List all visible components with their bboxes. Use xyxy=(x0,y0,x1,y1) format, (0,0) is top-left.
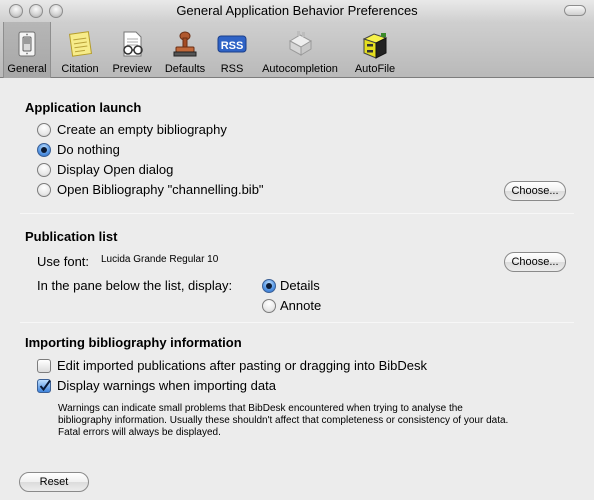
radio-do-nothing[interactable] xyxy=(37,143,51,157)
warnings-note-line: bibliography information. Usually these … xyxy=(58,415,509,426)
file-cabinet-icon xyxy=(360,29,390,59)
svg-text:RSS: RSS xyxy=(221,40,244,52)
preferences-toolbar: General Citation Preview Defaults RSS RS… xyxy=(0,22,594,78)
pane-display-label: In the pane below the list, display: xyxy=(37,278,233,293)
edit-imported-checkbox[interactable] xyxy=(37,359,51,373)
title-bar: General Application Behavior Preferences xyxy=(0,0,594,22)
choose-bibliography-button[interactable]: Choose... xyxy=(504,181,566,201)
radio-open-bibliography[interactable] xyxy=(37,183,51,197)
toolbar-item-autocompletion[interactable]: Autocompletion xyxy=(255,22,345,78)
radio-open-bibliography-label: Open Bibliography "channelling.bib" xyxy=(57,182,264,197)
toolbar-item-preview[interactable]: Preview xyxy=(107,22,157,78)
toolbar-item-autofile[interactable]: AutoFile xyxy=(350,22,400,78)
minimize-window-button[interactable] xyxy=(29,4,43,18)
use-font-label: Use font: xyxy=(37,254,90,269)
zoom-window-button[interactable] xyxy=(49,4,63,18)
toolbar-item-general[interactable]: General xyxy=(3,22,51,78)
reset-button[interactable]: Reset xyxy=(19,472,89,492)
edit-imported-label: Edit imported publications after pasting… xyxy=(57,358,427,373)
font-value: Lucida Grande Regular 10 xyxy=(101,254,219,265)
radio-details-label: Details xyxy=(280,278,320,293)
preferences-pane: Application launch Create an empty bibli… xyxy=(0,79,594,500)
rubber-stamp-icon xyxy=(170,29,200,59)
radio-do-nothing-label: Do nothing xyxy=(57,142,120,157)
radio-open-dialog-label: Display Open dialog xyxy=(57,162,174,177)
warnings-note-line: Warnings can indicate small problems tha… xyxy=(58,403,463,414)
type-case-icon xyxy=(285,29,315,59)
display-warnings-label: Display warnings when importing data xyxy=(57,378,276,393)
window-title: General Application Behavior Preferences xyxy=(176,3,418,18)
radio-create-empty[interactable] xyxy=(37,123,51,137)
display-warnings-checkbox[interactable] xyxy=(37,379,51,393)
checkmark-icon xyxy=(39,380,51,392)
toolbar-item-rss[interactable]: RSS RSS xyxy=(214,22,250,78)
radio-open-dialog[interactable] xyxy=(37,163,51,177)
publication-section-heading: Publication list xyxy=(25,229,118,244)
launch-section-heading: Application launch xyxy=(25,100,142,115)
radio-annote[interactable] xyxy=(262,299,276,313)
section-divider xyxy=(20,213,574,214)
close-window-button[interactable] xyxy=(9,4,23,18)
warnings-note-line: Fatal errors will always be displayed. xyxy=(58,427,221,438)
toolbar-toggle-button[interactable] xyxy=(564,5,586,16)
toolbar-item-defaults[interactable]: Defaults xyxy=(158,22,212,78)
radio-create-empty-label: Create an empty bibliography xyxy=(57,122,227,137)
choose-font-button[interactable]: Choose... xyxy=(504,252,566,272)
toolbar-item-citation[interactable]: Citation xyxy=(54,22,106,78)
notepad-icon xyxy=(65,29,95,59)
importing-section-heading: Importing bibliography information xyxy=(25,335,242,350)
light-switch-icon xyxy=(12,29,42,59)
radio-annote-label: Annote xyxy=(280,298,322,313)
section-divider xyxy=(20,322,574,323)
rss-icon: RSS xyxy=(217,29,247,59)
radio-details[interactable] xyxy=(262,279,276,293)
preferences-window: General Application Behavior Preferences… xyxy=(0,0,594,500)
document-glasses-icon xyxy=(117,29,147,59)
